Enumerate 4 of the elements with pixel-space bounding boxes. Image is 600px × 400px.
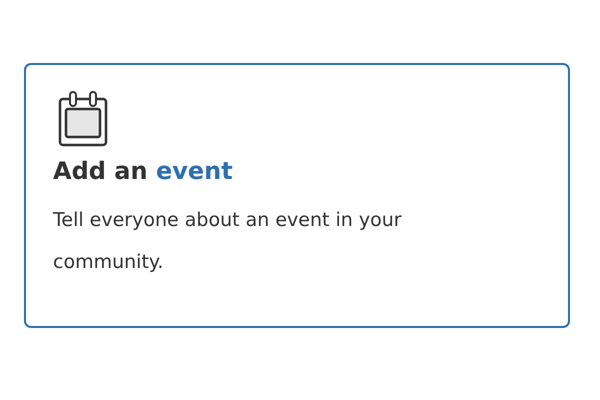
card-title: Add an event xyxy=(53,156,234,187)
event-card[interactable]: Add an event Tell everyone about an event in your community. xyxy=(24,63,570,328)
card-description: Tell everyone about an event in your community. xyxy=(53,208,403,275)
calendar-icon xyxy=(58,91,108,147)
